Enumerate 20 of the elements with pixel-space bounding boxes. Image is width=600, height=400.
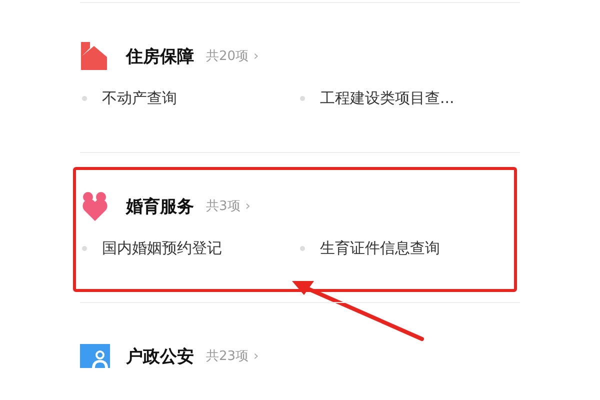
service-link[interactable]: 国内婚姻预约登记	[102, 239, 222, 258]
person-card-icon	[80, 344, 110, 368]
bullet-dot	[82, 96, 87, 101]
service-link[interactable]: 生育证件信息查询	[320, 239, 440, 258]
bullet-dot	[300, 246, 305, 251]
item-count[interactable]: 共23项	[206, 347, 249, 365]
house-icon	[81, 42, 109, 70]
service-link[interactable]: 工程建设类项目查...	[320, 89, 454, 108]
item-count[interactable]: 共20项	[206, 47, 249, 65]
heart-icon	[82, 191, 108, 221]
section-title: 户政公安	[126, 346, 194, 368]
section-title: 住房保障	[126, 46, 194, 68]
item-count[interactable]: 共3项	[206, 197, 240, 215]
chevron-icon[interactable]: ›	[254, 48, 259, 64]
section-title: 婚育服务	[126, 196, 194, 218]
chevron-icon[interactable]: ›	[254, 348, 259, 364]
bullet-dot	[300, 96, 305, 101]
service-link[interactable]: 不动产查询	[102, 89, 177, 108]
bullet-dot	[82, 246, 87, 251]
chevron-icon[interactable]: ›	[245, 198, 250, 214]
